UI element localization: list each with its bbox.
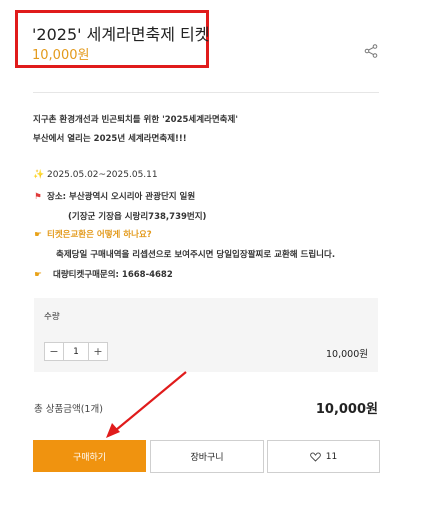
product-title: '2025' 세계라면축제 티켓: [32, 25, 210, 44]
like-button[interactable]: 11: [267, 440, 380, 473]
event-place-detail: (기장군 기장읍 시랑리738,739번지): [68, 212, 207, 222]
option-box: 수량 − 1 + 10,000원: [34, 298, 378, 372]
pointing-hand-icon: ☛: [34, 230, 42, 240]
inquiry-row: ☛ 대량티켓구매문의: 1668-4682: [33, 268, 173, 280]
quantity-label: 수량: [44, 312, 60, 322]
event-place: 장소: 부산광역시 오시리아 관광단지 일원: [47, 192, 196, 202]
decrease-button[interactable]: −: [45, 343, 63, 360]
buy-button[interactable]: 구매하기: [33, 440, 146, 472]
description-line2: 부산에서 열리는 2025년 세계라면축제!!!: [33, 134, 187, 144]
heart-icon: [309, 452, 321, 462]
like-count: 11: [325, 451, 338, 462]
bulk-inquiry: 대량티켓구매문의: 1668-4682: [53, 270, 173, 280]
exchange-answer: 축제당일 구매내역을 리셉션으로 보여주시면 당일입장팔찌로 교환해 드립니다.: [56, 250, 336, 260]
total-label: 총 상품금액(1개): [34, 404, 103, 415]
sparkles-icon: ✨: [33, 170, 45, 180]
increase-button[interactable]: +: [89, 343, 107, 360]
description-line1: 지구촌 환경개선과 빈곤퇴치를 위한 '2025세계라면축제': [33, 115, 238, 125]
share-icon[interactable]: [364, 44, 378, 58]
product-price: 10,000원: [32, 48, 90, 63]
exchange-question-row: ☛ 티켓은교환은 어떻게 하나요?: [33, 228, 152, 240]
section-divider: [33, 92, 379, 93]
quantity-input[interactable]: 1: [63, 343, 89, 360]
quantity-stepper: − 1 +: [44, 342, 108, 361]
event-date-row: ✨ 2025.05.02~2025.05.11: [33, 170, 158, 180]
exchange-question: 티켓은교환은 어떻게 하나요?: [47, 230, 152, 240]
event-place-row: ⚑ 장소: 부산광역시 오시리아 관광단지 일원: [33, 190, 195, 202]
flag-icon: ⚑: [34, 192, 42, 202]
cart-button[interactable]: 장바구니: [150, 440, 264, 473]
pointing-hand-icon: ☛: [34, 270, 42, 280]
option-price: 10,000원: [326, 349, 368, 360]
event-date: 2025.05.02~2025.05.11: [47, 170, 158, 180]
total-value: 10,000원: [315, 402, 378, 417]
